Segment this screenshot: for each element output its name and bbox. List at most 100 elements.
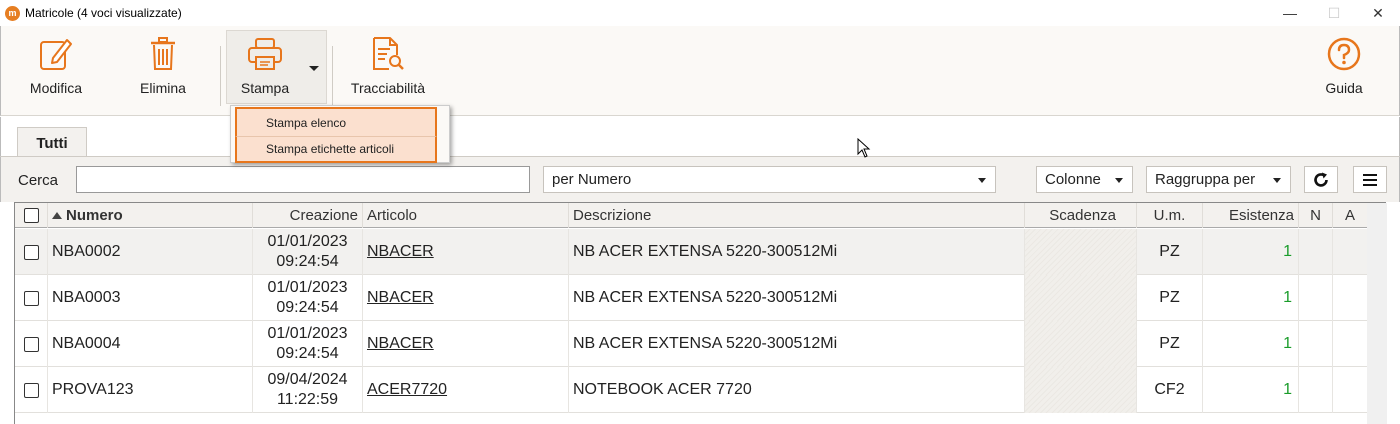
sort-ascending-icon <box>52 212 62 219</box>
row-checkbox[interactable] <box>23 290 39 306</box>
minimize-button[interactable]: — <box>1268 0 1312 26</box>
creazione-date: 01/01/2023 <box>267 233 348 250</box>
articolo-link[interactable]: NBACER <box>367 289 434 307</box>
app-icon: m <box>5 5 20 21</box>
column-header-a[interactable]: A <box>1333 203 1367 228</box>
help-icon <box>1326 30 1362 72</box>
cell-um: CF2 <box>1137 367 1203 413</box>
table-row[interactable]: NBA0004 01/01/2023 09:24:54 NBACER NB ACER E… <box>15 321 1367 367</box>
hamburger-icon <box>1363 173 1377 186</box>
guida-button[interactable]: Guida <box>1317 30 1371 102</box>
column-header-scadenza[interactable]: Scadenza <box>1025 203 1137 228</box>
toolbar-separator <box>220 46 221 106</box>
stampa-label: Stampa <box>240 80 290 96</box>
chevron-down-icon <box>978 178 986 183</box>
modifica-button[interactable]: Modifica <box>23 30 89 102</box>
creazione-time: 09:24:54 <box>276 345 339 362</box>
cell-n <box>1299 275 1333 321</box>
cell-esistenza: 1 <box>1203 229 1299 275</box>
tracciabilita-label: Tracciabilità <box>350 80 426 96</box>
column-header-n[interactable]: N <box>1299 203 1333 228</box>
stampa-button[interactable]: Stampa <box>233 30 297 102</box>
maximize-button[interactable]: ☐ <box>1312 0 1356 26</box>
column-header-um[interactable]: U.m. <box>1137 203 1203 228</box>
title-bar: m Matricole (4 voci visualizzate) — ☐ ✕ <box>0 0 1400 26</box>
cell-um: PZ <box>1137 229 1203 275</box>
cell-a <box>1333 229 1367 275</box>
creazione-date: 09/04/2024 <box>267 371 348 388</box>
close-button[interactable]: ✕ <box>1356 0 1400 26</box>
edit-icon <box>39 30 73 72</box>
column-header-numero[interactable]: Numero <box>48 203 253 228</box>
cell-n <box>1299 367 1333 413</box>
tracciabilita-button[interactable]: Tracciabilità <box>347 30 429 102</box>
refresh-button[interactable] <box>1304 166 1338 193</box>
colonne-select[interactable]: Colonne <box>1036 166 1133 193</box>
cell-articolo: ACER7720 <box>363 367 569 413</box>
column-header-articolo[interactable]: Articolo <box>363 203 569 228</box>
cell-numero: NBA0003 <box>48 275 253 321</box>
cell-n <box>1299 321 1333 367</box>
trash-icon <box>148 30 178 72</box>
raggruppa-select[interactable]: Raggruppa per <box>1146 166 1291 193</box>
vertical-scrollbar[interactable] <box>1367 203 1387 424</box>
table-row[interactable]: NBA0003 01/01/2023 09:24:54 NBACER NB ACER E… <box>15 275 1367 321</box>
search-label: Cerca <box>18 172 59 189</box>
row-checkbox[interactable] <box>23 382 39 398</box>
tab-tutti[interactable]: Tutti <box>17 127 87 158</box>
sort-by-select[interactable]: per Numero <box>543 166 996 193</box>
refresh-icon <box>1314 172 1328 187</box>
menu-item-stampa-etichette[interactable]: Stampa etichette articoli <box>235 136 437 163</box>
mouse-cursor-icon <box>857 138 871 158</box>
cell-um: PZ <box>1137 321 1203 367</box>
articolo-link[interactable]: NBACER <box>367 243 434 261</box>
cell-a <box>1333 321 1367 367</box>
window-title: Matricole (4 voci visualizzate) <box>25 6 182 20</box>
stampa-dropdown-menu: Stampa elenco Stampa etichette articoli <box>230 105 450 163</box>
row-checkbox[interactable] <box>23 336 39 352</box>
cell-creazione: 09/04/2024 11:22:59 <box>253 367 363 413</box>
creazione-date: 01/01/2023 <box>267 279 348 296</box>
menu-button[interactable] <box>1353 166 1387 193</box>
select-all-checkbox[interactable] <box>23 208 39 223</box>
articolo-link[interactable]: NBACER <box>367 335 434 353</box>
row-checkbox-cell <box>15 275 48 321</box>
window-controls: — ☐ ✕ <box>1268 0 1400 26</box>
guida-label: Guida <box>1325 80 1363 96</box>
toolbar-separator <box>332 46 333 106</box>
creazione-time: 09:24:54 <box>276 299 339 316</box>
cell-esistenza: 1 <box>1203 275 1299 321</box>
row-checkbox-cell <box>15 367 48 413</box>
column-header-creazione[interactable]: Creazione <box>253 203 363 228</box>
creazione-time: 09:24:54 <box>276 253 339 270</box>
stampa-dropdown-caret-icon[interactable] <box>309 66 319 71</box>
cell-a <box>1333 367 1367 413</box>
cell-creazione: 01/01/2023 09:24:54 <box>253 321 363 367</box>
table-row[interactable]: PROVA123 09/04/2024 11:22:59 ACER7720 NOTEBO… <box>15 367 1367 413</box>
row-checkbox[interactable] <box>23 244 39 260</box>
creazione-date: 01/01/2023 <box>267 325 348 342</box>
chevron-down-icon <box>1273 178 1281 183</box>
cell-um: PZ <box>1137 275 1203 321</box>
cell-creazione: 01/01/2023 09:24:54 <box>253 229 363 275</box>
chevron-down-icon <box>1115 178 1123 183</box>
column-header-descrizione[interactable]: Descrizione <box>569 203 1025 228</box>
cell-articolo: NBACER <box>363 275 569 321</box>
cell-descrizione: NB ACER EXTENSA 5220-300512Mi <box>569 229 1025 275</box>
articolo-link[interactable]: ACER7720 <box>367 381 447 399</box>
tab-bar: Tutti <box>0 117 1400 158</box>
sort-by-value: per Numero <box>552 171 632 188</box>
cell-articolo: NBACER <box>363 229 569 275</box>
elimina-button[interactable]: Elimina <box>131 30 195 102</box>
cell-n <box>1299 229 1333 275</box>
cell-esistenza: 1 <box>1203 367 1299 413</box>
raggruppa-label: Raggruppa per <box>1155 171 1256 188</box>
column-header-esistenza[interactable]: Esistenza <box>1203 203 1299 228</box>
table-row[interactable]: NBA0002 01/01/2023 09:24:54 NBACER NB ACER E… <box>15 229 1367 275</box>
menu-item-stampa-elenco[interactable]: Stampa elenco <box>235 107 437 136</box>
cell-descrizione: NB ACER EXTENSA 5220-300512Mi <box>569 275 1025 321</box>
cell-numero: NBA0002 <box>48 229 253 275</box>
cell-descrizione: NOTEBOOK ACER 7720 <box>569 367 1025 413</box>
search-input[interactable] <box>76 166 530 193</box>
document-search-icon <box>370 30 406 72</box>
